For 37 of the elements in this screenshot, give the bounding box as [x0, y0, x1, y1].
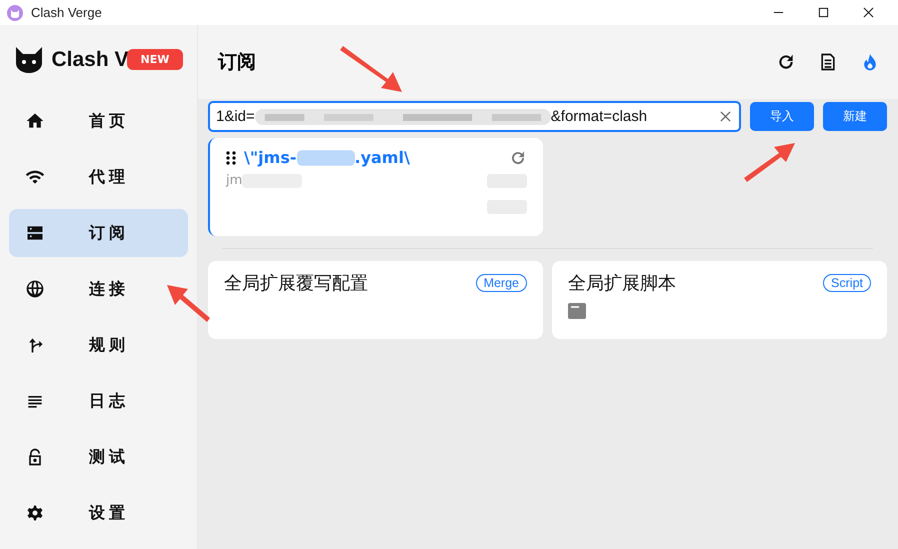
nav-item[interactable]: 测试	[9, 433, 188, 481]
nav-item[interactable]: 设置	[9, 489, 188, 537]
annotation-arrow	[340, 46, 402, 92]
close-icon[interactable]	[863, 7, 874, 18]
profile-card[interactable]: \"jms- .yaml\ jm	[208, 138, 543, 236]
card-title: 全局扩展脚本	[568, 272, 676, 295]
clear-icon[interactable]	[720, 111, 731, 122]
nav-item[interactable]: 代理	[9, 153, 188, 201]
type-tag: Script	[823, 274, 871, 292]
annotation-arrow	[744, 143, 795, 182]
card-title: 全局扩展覆写配置	[224, 272, 368, 295]
page-title: 订阅	[218, 50, 256, 75]
annotation-arrow	[167, 285, 210, 322]
profile-name: .yaml\	[354, 148, 410, 167]
app-icon	[7, 4, 23, 20]
profile-name: \"jms-	[244, 148, 296, 167]
cat-icon	[14, 45, 44, 75]
type-tag: Merge	[476, 274, 527, 292]
action-button[interactable]: 新建	[823, 102, 887, 131]
new-badge: NEW	[126, 49, 184, 70]
globe-icon	[25, 279, 45, 299]
config-card[interactable]: 全局扩展脚本 Script	[552, 261, 887, 339]
nav-item[interactable]: 连接	[9, 265, 188, 313]
gear-icon	[25, 503, 45, 523]
maximize-icon[interactable]	[818, 7, 829, 18]
nav-item[interactable]: 日志	[9, 377, 188, 425]
window-title: Clash Verge	[31, 5, 102, 20]
nav-item[interactable]: 订阅	[9, 209, 188, 257]
action-button[interactable]: 导入	[750, 102, 814, 131]
url-input-field[interactable]: 1&id= &format=clash	[208, 101, 741, 132]
file-icon	[568, 303, 586, 319]
nav-item[interactable]: 规则	[9, 321, 188, 369]
config-card[interactable]: 全局扩展覆写配置 Merge	[208, 261, 543, 339]
profile-subtitle: jm	[226, 173, 242, 188]
drag-handle-icon[interactable]	[226, 150, 236, 164]
redaction-blur-drawing	[296, 150, 354, 166]
nav-item[interactable]: 首页	[9, 97, 188, 145]
